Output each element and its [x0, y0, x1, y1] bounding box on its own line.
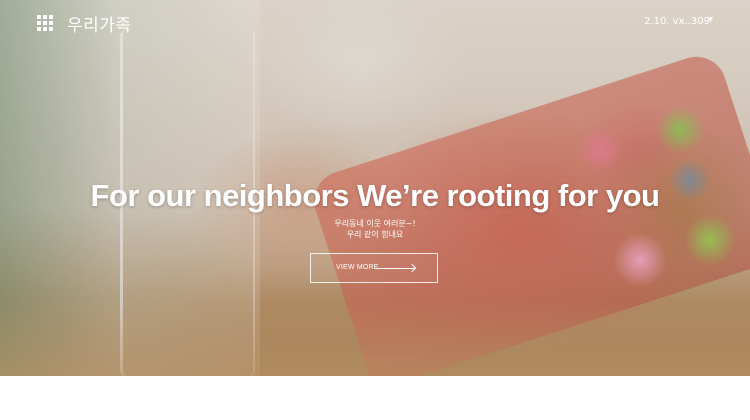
grid-dot	[43, 21, 47, 25]
hero-section: 우리가족 2.10. vx..309 ▾ For our neighbors W…	[0, 0, 750, 376]
arrow-right-icon	[375, 268, 415, 269]
site-logo[interactable]: 우리가족	[67, 11, 132, 36]
hero-subtitle-line-1: 우리동네 이웃 여러분~!	[334, 219, 416, 228]
grid-dot	[49, 15, 53, 19]
grid-dot	[49, 27, 53, 31]
grid-dot	[49, 21, 53, 25]
grid-dot	[43, 15, 47, 19]
view-more-label: VIEW MORE	[336, 264, 379, 271]
hero-headline: For our neighbors We’re rooting for you	[90, 178, 660, 213]
grid-dot	[37, 15, 41, 19]
top-right-text: 2.10. vx..309	[644, 16, 710, 27]
grid-dot	[43, 27, 47, 31]
grid-dot	[37, 21, 41, 25]
hero-subtitle-line-2: 우리 같이 힘내요	[346, 230, 404, 239]
grid-dot	[37, 27, 41, 31]
view-more-button[interactable]: VIEW MORE	[310, 253, 438, 283]
hero-subtitle: 우리동네 이웃 여러분~! 우리 같이 힘내요	[0, 218, 750, 240]
caret-down-icon[interactable]: ▾	[708, 15, 713, 25]
page-below-hero	[0, 376, 750, 420]
grid-menu-icon[interactable]	[37, 15, 53, 31]
